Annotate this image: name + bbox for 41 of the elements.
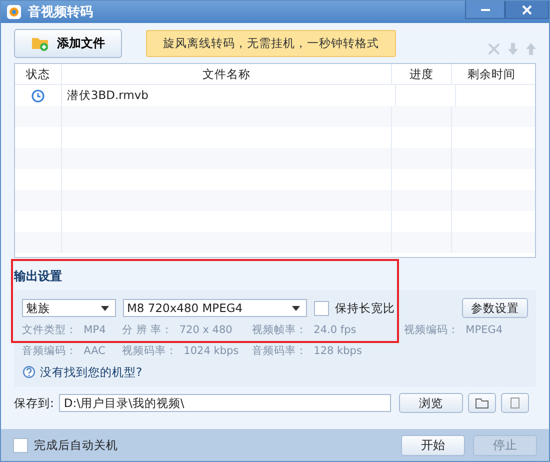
keep-aspect-checkbox[interactable]: 保持长宽比: [314, 300, 395, 316]
close-button[interactable]: [505, 1, 549, 19]
info-field: 视频编码： MPEG4: [404, 322, 504, 336]
help-link[interactable]: 没有找到您的机型?: [40, 364, 142, 380]
browse-button[interactable]: 浏览: [398, 393, 463, 413]
info-field: 文件类型： MP4: [22, 322, 122, 336]
column-header[interactable]: 进度: [392, 64, 452, 84]
caret-icon: [292, 306, 300, 310]
info-field: 分 辨 率： 720 x 480: [122, 322, 252, 336]
start-button[interactable]: 开始: [401, 434, 465, 456]
arrow-up-icon: [526, 43, 536, 55]
save-label: 保存到:: [14, 396, 54, 410]
app-icon: [6, 4, 22, 20]
info-field: 视频码率： 1024 kbps: [122, 344, 252, 358]
info-field: 视频帧率： 24.0 fps: [252, 322, 404, 336]
document-icon: [510, 397, 520, 409]
window-title: 音视频转码: [28, 4, 93, 21]
help-icon: [22, 365, 36, 379]
save-path-field[interactable]: D:\用户目录\我的视频\: [58, 394, 391, 412]
minimize-button[interactable]: [465, 1, 505, 19]
model-dropdown[interactable]: M8 720x480 MPEG4: [123, 299, 307, 317]
folder-icon: [474, 397, 489, 409]
column-header[interactable]: 文件名称: [62, 64, 392, 84]
minimize-icon: [480, 8, 490, 10]
column-header[interactable]: 剩余时间: [452, 64, 531, 84]
info-field: 音频编码： AAC: [22, 344, 122, 358]
auto-shutdown-checkbox[interactable]: 完成后自动关机: [13, 438, 118, 452]
info-field: 音频码率： 128 kbps: [252, 344, 404, 358]
caret-icon: [101, 306, 109, 310]
column-header[interactable]: 状态: [15, 64, 62, 84]
delete-icon: [488, 43, 500, 55]
params-button[interactable]: 参数设置: [462, 298, 528, 318]
promo-banner[interactable]: 旋风离线转码，无需挂机，一秒钟转格式: [146, 30, 396, 56]
section-title: 输出设置: [14, 268, 63, 285]
more-button[interactable]: [500, 393, 529, 413]
close-icon: [522, 4, 532, 14]
open-folder-button[interactable]: [468, 393, 496, 413]
brand-dropdown[interactable]: 魅族: [22, 299, 116, 317]
add-file-button[interactable]: 添加文件: [14, 28, 122, 58]
folder-add-icon: [31, 35, 49, 51]
arrow-down-icon: [508, 43, 518, 55]
